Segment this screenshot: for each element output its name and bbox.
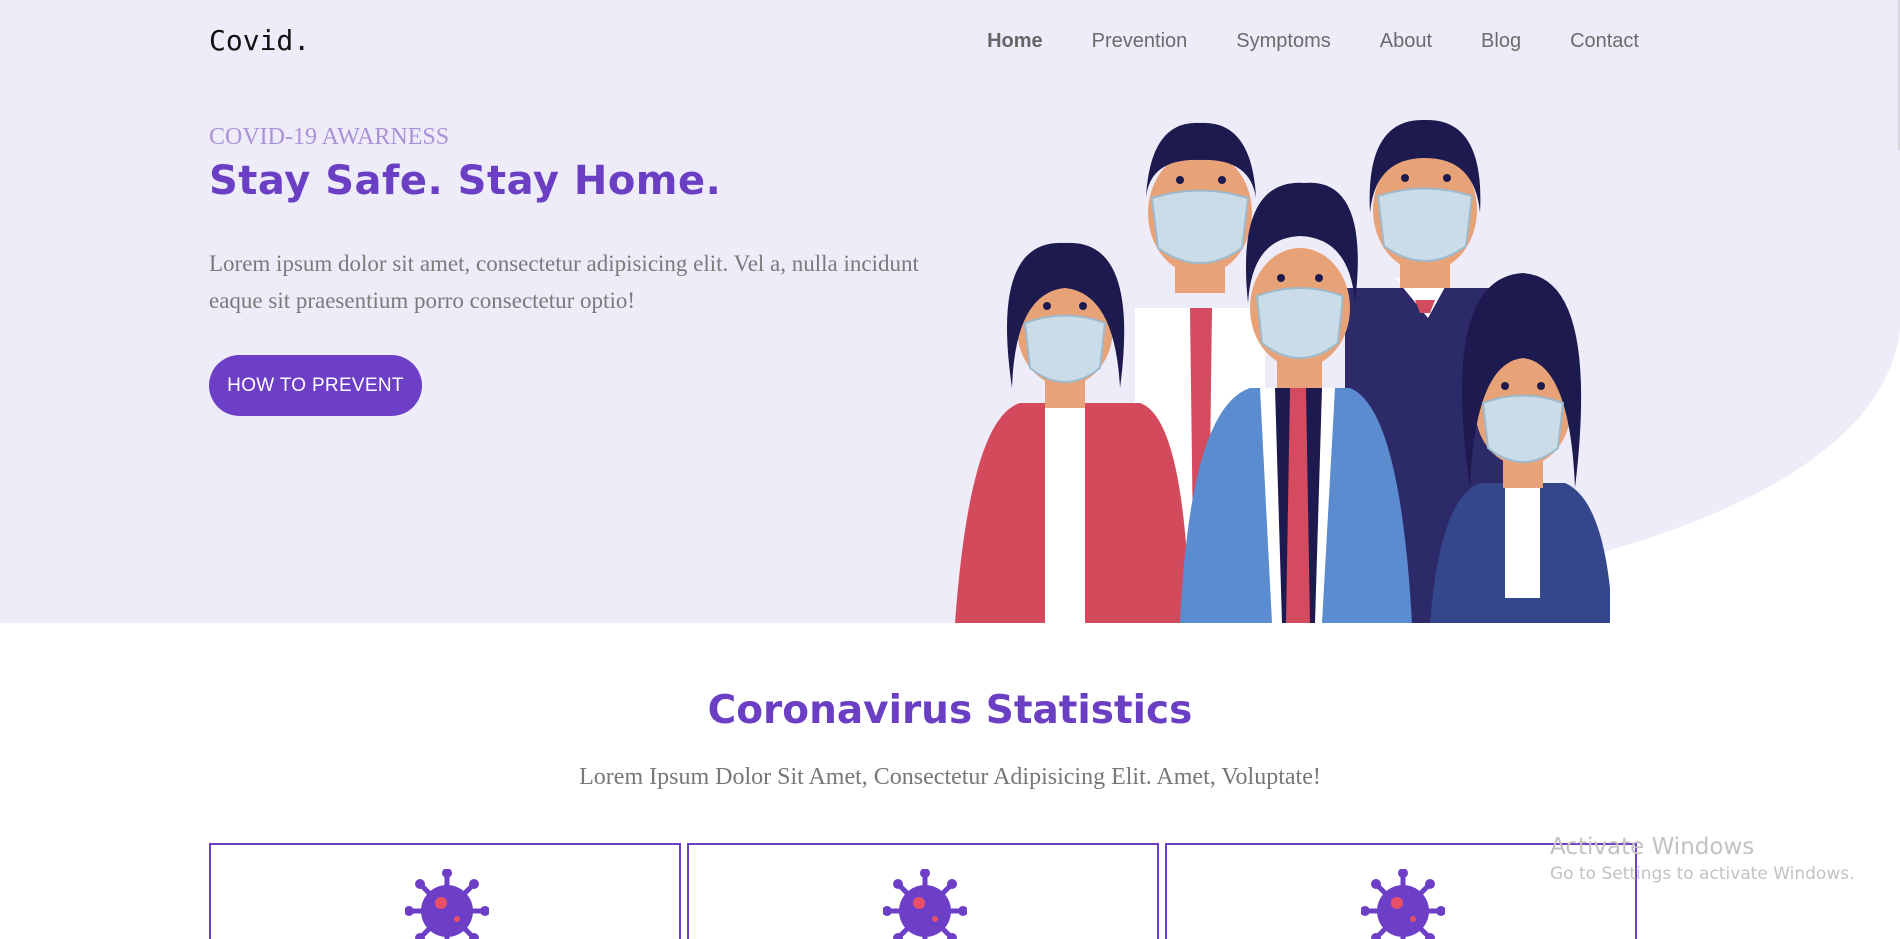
main-nav: Home Prevention Symptoms About Blog Cont…	[938, 30, 1639, 53]
watermark-subtitle: Go to Settings to activate Windows.	[1550, 864, 1855, 884]
watermark-title: Activate Windows	[1550, 834, 1755, 860]
site-logo[interactable]: Covid.	[209, 24, 310, 57]
masked-people-illustration	[955, 119, 1610, 623]
nav-link-prevention[interactable]: Prevention	[1092, 30, 1188, 53]
hero-lead-text: Lorem ipsum dolor sit amet, consectetur …	[209, 251, 919, 313]
statistics-title: Coronavirus Statistics	[707, 688, 1193, 733]
hero-section: Covid. Home Prevention Symptoms About Bl…	[0, 0, 1900, 623]
statistics-subtitle: Lorem Ipsum Dolor Sit Amet, Consectetur …	[579, 764, 1321, 790]
stat-card	[209, 843, 681, 939]
nav-link-home[interactable]: Home	[987, 30, 1043, 53]
nav-link-contact[interactable]: Contact	[1570, 30, 1639, 53]
virus-icon	[883, 869, 967, 939]
how-to-prevent-button[interactable]: HOW TO PREVENT	[209, 355, 422, 416]
nav-link-about[interactable]: About	[1380, 30, 1432, 53]
windows-activation-watermark: Activate Windows Go to Settings to activ…	[1550, 834, 1855, 884]
hero-eyebrow: COVID-19 AWARNESS	[209, 124, 450, 150]
nav-link-blog[interactable]: Blog	[1481, 30, 1521, 53]
virus-icon	[1361, 869, 1445, 939]
nav-link-symptoms[interactable]: Symptoms	[1236, 30, 1330, 53]
hero-headline: Stay Safe. Stay Home.	[209, 158, 722, 204]
person-front-left	[955, 242, 1190, 623]
stat-card	[687, 843, 1159, 939]
virus-icon	[405, 869, 489, 939]
